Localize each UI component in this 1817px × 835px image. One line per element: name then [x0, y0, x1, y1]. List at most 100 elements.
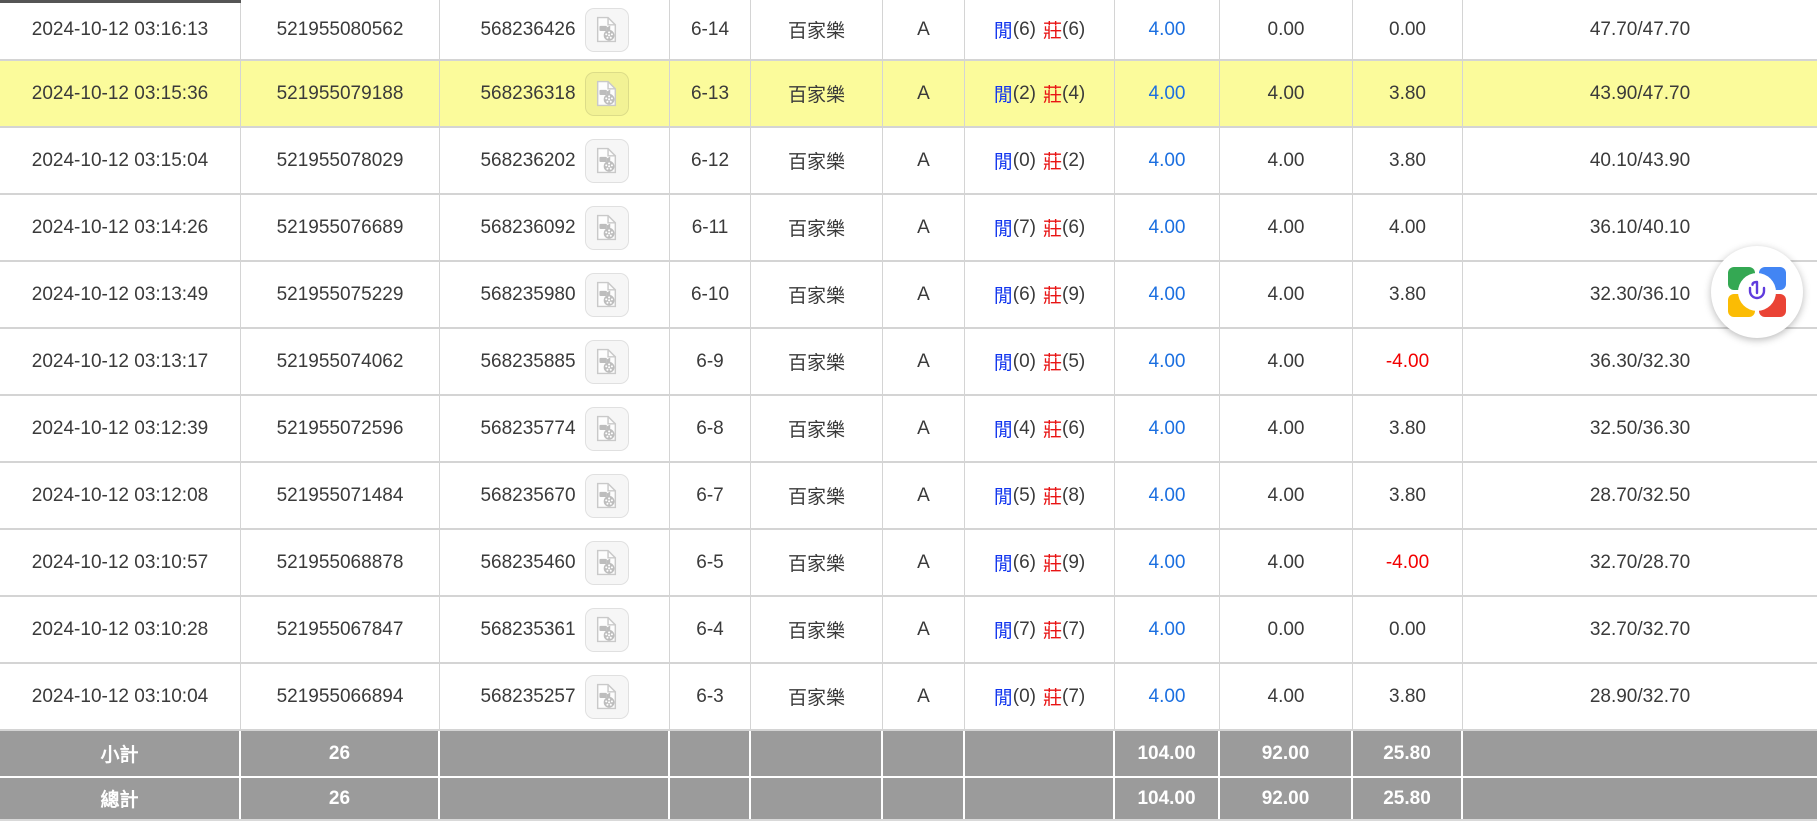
tap-icon: [1738, 273, 1776, 311]
video-replay-button[interactable]: [585, 407, 629, 451]
cell-valid-bet: 4.00: [1220, 61, 1353, 126]
video-replay-button[interactable]: [585, 273, 629, 317]
cell-balance: 36.30/32.30: [1463, 329, 1817, 394]
player-label: 閒: [994, 348, 1013, 375]
video-replay-button[interactable]: [585, 541, 629, 585]
player-label: 閒: [994, 616, 1013, 643]
table-row[interactable]: 2024-10-12 03:14:26 521955076689 5682360…: [0, 195, 1817, 262]
cell-win-loss: -4.00: [1353, 530, 1463, 595]
bet-amount-link[interactable]: 4.00: [1149, 552, 1186, 574]
table-row[interactable]: 2024-10-12 03:12:39 521955072596 5682357…: [0, 396, 1817, 463]
banker-points: (7): [1062, 686, 1085, 708]
player-points: (5): [1013, 485, 1036, 507]
extension-floating-button[interactable]: [1711, 246, 1803, 338]
table-row[interactable]: 2024-10-12 03:12:08 521955071484 5682356…: [0, 463, 1817, 530]
summary-label: 總計: [0, 778, 241, 819]
cell-result: 閒(6) 莊(9): [965, 530, 1115, 595]
cell-bet-id: 521955071484: [241, 463, 440, 528]
banker-label: 莊: [1043, 683, 1062, 710]
game-id-text: 568235460: [480, 552, 575, 574]
player-label: 閒: [994, 281, 1013, 308]
cell-result: 閒(5) 莊(8): [965, 463, 1115, 528]
cell-result: 閒(0) 莊(7): [965, 664, 1115, 729]
cell-game-id: 568236092: [440, 195, 670, 260]
video-replay-button[interactable]: [585, 139, 629, 183]
cell-game-id: 568235361: [440, 597, 670, 662]
cell-balance: 32.50/36.30: [1463, 396, 1817, 461]
table-row[interactable]: 2024-10-12 03:16:13 521955080562 5682364…: [0, 0, 1817, 61]
table-row[interactable]: 2024-10-12 03:15:04 521955078029 5682362…: [0, 128, 1817, 195]
banker-points: (9): [1062, 552, 1085, 574]
player-points: (7): [1013, 619, 1036, 641]
summary-empty: [751, 778, 883, 819]
bet-amount-link[interactable]: 4.00: [1149, 83, 1186, 105]
video-replay-button[interactable]: [585, 474, 629, 518]
bet-amount-link[interactable]: 4.00: [1149, 418, 1186, 440]
banker-label: 莊: [1043, 214, 1062, 241]
banker-label: 莊: [1043, 549, 1062, 576]
video-file-icon: [593, 616, 620, 643]
cell-game-id: 568235980: [440, 262, 670, 327]
bet-history-page: { "colors": { "highlight": "#fbfb9b", "l…: [0, 0, 1817, 835]
cell-table: A: [883, 530, 965, 595]
cell-bet-amount: 4.00: [1115, 329, 1220, 394]
cell-time: 2024-10-12 03:12:39: [0, 396, 241, 461]
bet-amount-link[interactable]: 4.00: [1149, 150, 1186, 172]
game-id-text: 568235980: [480, 284, 575, 306]
cell-game-type: 百家樂: [751, 463, 883, 528]
cell-win-loss: 3.80: [1353, 262, 1463, 327]
table-row[interactable]: 2024-10-12 03:13:49 521955075229 5682359…: [0, 262, 1817, 329]
video-replay-button[interactable]: [585, 340, 629, 384]
cell-bet-amount: 4.00: [1115, 0, 1220, 59]
bet-amount-link[interactable]: 4.00: [1149, 686, 1186, 708]
video-replay-button[interactable]: [585, 72, 629, 116]
player-label: 閒: [994, 16, 1013, 43]
table-row[interactable]: 2024-10-12 03:15:36 521955079188 5682363…: [0, 61, 1817, 128]
game-id-text: 568235885: [480, 351, 575, 373]
cell-table: A: [883, 597, 965, 662]
cell-round: 6-10: [670, 262, 751, 327]
cell-time: 2024-10-12 03:16:13: [0, 0, 241, 59]
cell-result: 閒(6) 莊(6): [965, 0, 1115, 59]
player-points: (4): [1013, 418, 1036, 440]
cell-round: 6-12: [670, 128, 751, 193]
cell-result: 閒(0) 莊(5): [965, 329, 1115, 394]
banker-points: (6): [1062, 19, 1085, 41]
banker-label: 莊: [1043, 415, 1062, 442]
video-replay-button[interactable]: [585, 8, 629, 52]
bet-amount-link[interactable]: 4.00: [1149, 485, 1186, 507]
game-id-text: 568236426: [480, 19, 575, 41]
video-replay-button[interactable]: [585, 206, 629, 250]
player-points: (7): [1013, 217, 1036, 239]
table-row[interactable]: 2024-10-12 03:10:57 521955068878 5682354…: [0, 530, 1817, 597]
summary-winloss-total: 25.80: [1353, 778, 1463, 819]
table-row[interactable]: 2024-10-12 03:10:28 521955067847 5682353…: [0, 597, 1817, 664]
player-points: (2): [1013, 83, 1036, 105]
bet-amount-link[interactable]: 4.00: [1149, 284, 1186, 306]
bet-amount-link[interactable]: 4.00: [1149, 19, 1186, 41]
summary-valid-total: 92.00: [1220, 731, 1353, 776]
player-points: (0): [1013, 686, 1036, 708]
cell-game-type: 百家樂: [751, 329, 883, 394]
video-replay-button[interactable]: [585, 608, 629, 652]
bet-amount-link[interactable]: 4.00: [1149, 351, 1186, 373]
summary-bet-total: 104.00: [1115, 731, 1220, 776]
cell-time: 2024-10-12 03:13:49: [0, 262, 241, 327]
table-row[interactable]: 2024-10-12 03:10:04 521955066894 5682352…: [0, 664, 1817, 731]
cell-balance: 47.70/47.70: [1463, 0, 1817, 59]
cell-bet-id: 521955075229: [241, 262, 440, 327]
video-replay-button[interactable]: [585, 675, 629, 719]
summary-empty: [670, 731, 751, 776]
game-id-text: 568235774: [480, 418, 575, 440]
player-label: 閒: [994, 415, 1013, 442]
table-footer: 小計 26 104.00 92.00 25.80 總計 26 104.00 92…: [0, 731, 1817, 821]
cell-bet-amount: 4.00: [1115, 664, 1220, 729]
bet-amount-link[interactable]: 4.00: [1149, 619, 1186, 641]
bet-amount-link[interactable]: 4.00: [1149, 217, 1186, 239]
summary-empty: [440, 778, 670, 819]
summary-empty: [440, 731, 670, 776]
cell-game-type: 百家樂: [751, 262, 883, 327]
table-row[interactable]: 2024-10-12 03:13:17 521955074062 5682358…: [0, 329, 1817, 396]
cell-game-type: 百家樂: [751, 61, 883, 126]
cell-result: 閒(7) 莊(6): [965, 195, 1115, 260]
